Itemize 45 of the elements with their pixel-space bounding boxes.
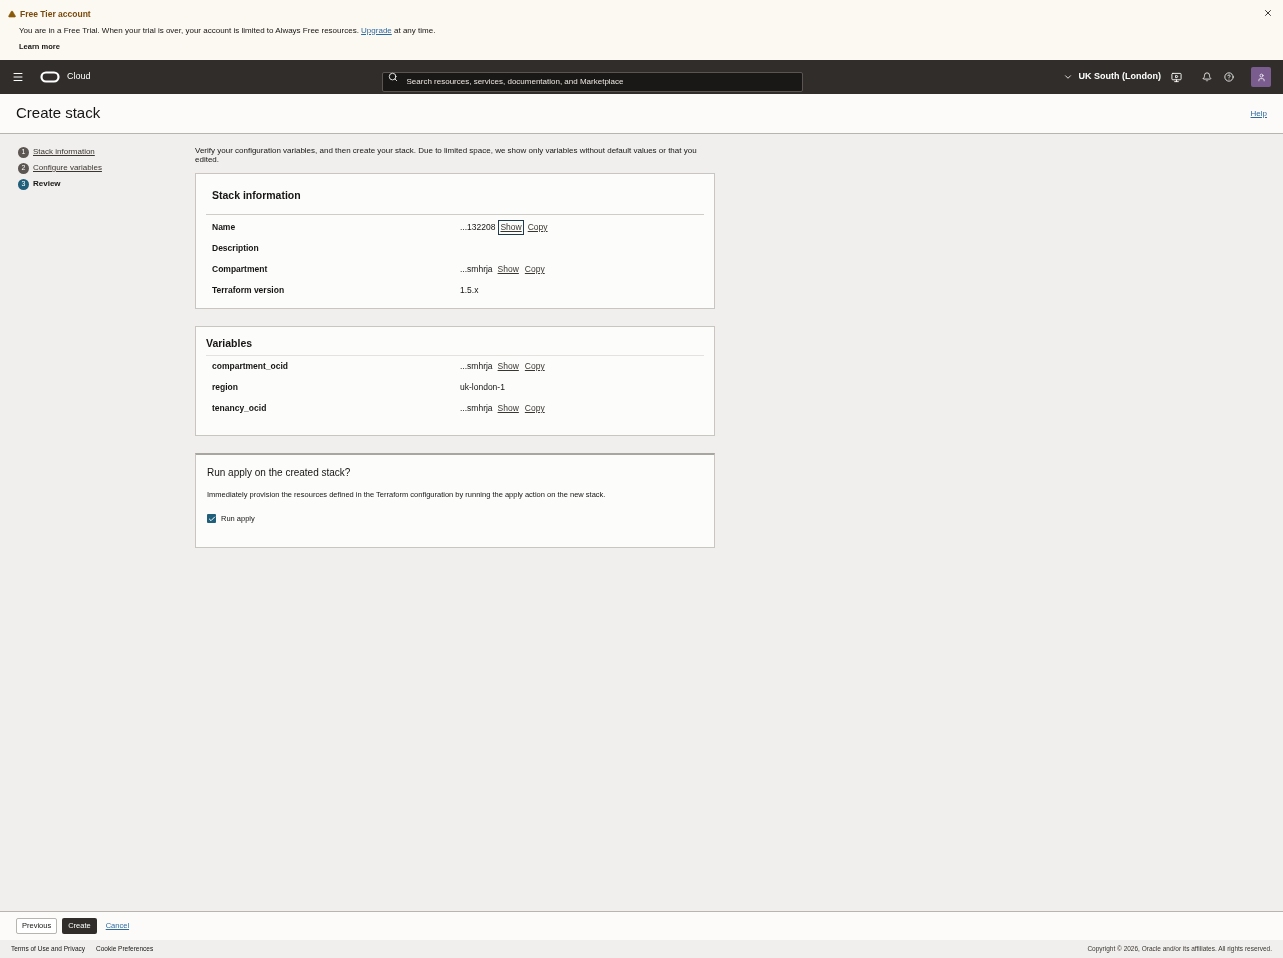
field-label: Name (212, 220, 237, 234)
field-value: ...smhrja (460, 401, 493, 415)
logo-icon (40, 71, 60, 83)
help-link[interactable]: Help (1250, 107, 1267, 120)
avatar[interactable] (1251, 67, 1271, 87)
show-link[interactable]: Show (496, 262, 520, 276)
region-selector[interactable]: UK South (London) (1062, 70, 1161, 84)
card-title: Stack information (206, 188, 704, 215)
monitor-icon[interactable] (1171, 71, 1182, 83)
card-title: Run apply on the created stack? (207, 466, 352, 480)
copy-link[interactable]: Copy (526, 220, 549, 234)
user-icon (1256, 72, 1266, 82)
warning-icon (8, 10, 16, 19)
banner-title: Free Tier account (20, 8, 91, 21)
field-value: ...smhrja (460, 359, 493, 373)
copy-link[interactable]: Copy (523, 262, 546, 276)
field-label: Description (212, 241, 260, 255)
close-icon[interactable] (1263, 8, 1273, 18)
bell-icon[interactable] (1202, 72, 1212, 82)
card-title: Variables (206, 336, 704, 356)
field-label: Compartment (212, 262, 269, 276)
field-label: region (212, 380, 239, 394)
copy-link[interactable]: Copy (523, 359, 546, 373)
field-label: compartment_ocid (212, 359, 290, 373)
intro-text: Verify your configuration variables, and then create your stack. Due to limited space, we show only variables without default values or that you edited. (195, 146, 698, 164)
page-title: Create stack (16, 103, 101, 124)
brand-name: Cloud (67, 70, 91, 84)
help-icon[interactable] (1224, 72, 1234, 82)
field-label: tenancy_ocid (212, 401, 268, 415)
copy-link[interactable]: Copy (523, 401, 546, 415)
field-value: uk-london-1 (460, 380, 505, 394)
upgrade-link[interactable]: Upgrade (361, 25, 392, 35)
chevron-down-icon (1062, 72, 1073, 82)
field-value: ...smhrja (460, 262, 493, 276)
banner-message: You are in a Free Trial. When your trial is over, your account is limited to Always Free resources. Upgrade at any time. (18, 24, 436, 37)
show-link[interactable]: Show (496, 401, 520, 415)
field-value: 1.5.x (460, 283, 479, 297)
field-value: ...132208 (460, 220, 496, 234)
field-label: Terraform version (212, 283, 286, 297)
search-icon (387, 72, 398, 82)
run-apply-checkbox[interactable] (207, 514, 216, 524)
menu-icon[interactable] (12, 71, 24, 83)
show-link[interactable]: Show (499, 220, 523, 234)
search-field[interactable]: Search resources, services, documentation, and Marketplace (381, 71, 803, 92)
show-link[interactable]: Show (496, 359, 520, 373)
